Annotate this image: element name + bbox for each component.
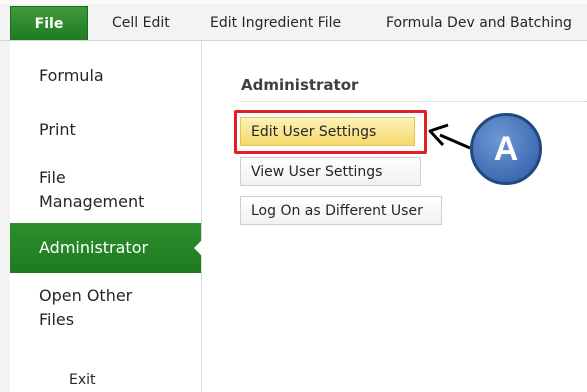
annotation-arrow [428, 123, 471, 150]
callout-badge: A [470, 113, 542, 185]
